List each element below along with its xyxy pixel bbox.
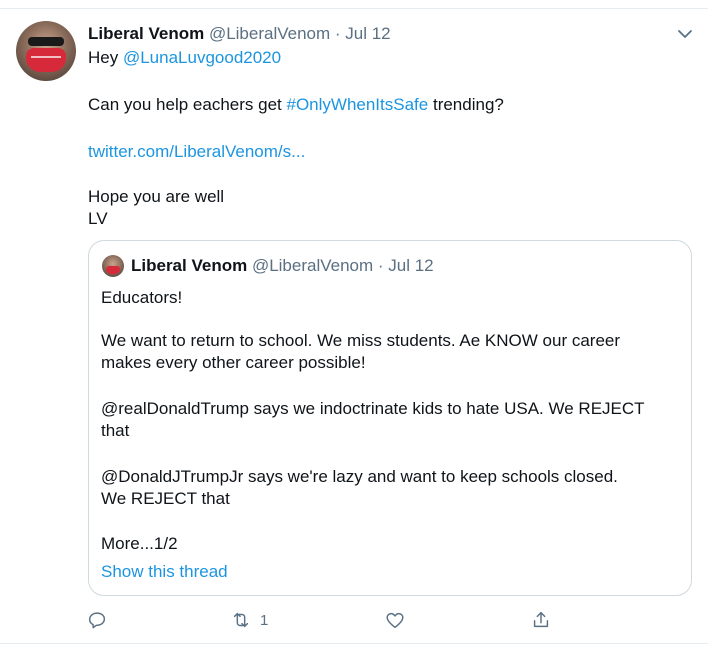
quoted-header: Liberal Venom @LiberalVenom · Jul 12: [131, 256, 434, 276]
hashtag-link[interactable]: #OnlyWhenItsSafe: [286, 95, 428, 114]
like-icon: [386, 612, 404, 629]
quoted-line: We want to return to school. We miss stu…: [101, 331, 621, 350]
author-avatar[interactable]: [16, 21, 76, 81]
quoted-line: that: [101, 421, 130, 440]
like-button[interactable]: [384, 608, 414, 632]
body-post: trending?: [432, 95, 504, 114]
tweet-header: Liberal Venom @LiberalVenom · Jul 12: [88, 24, 391, 44]
share-button[interactable]: [530, 608, 552, 632]
quoted-author-avatar: [102, 255, 124, 277]
chevron-down-icon[interactable]: [675, 24, 695, 44]
quoted-author-handle: @LiberalVenom: [251, 256, 374, 275]
reply-line: Hey @LunaLuvgood2020: [88, 47, 281, 69]
quoted-line: We REJECT that: [101, 489, 230, 508]
reply-prefix: Hey: [88, 48, 119, 67]
show-thread-link[interactable]: Show this thread: [101, 561, 228, 583]
quoted-tweet[interactable]: Liberal Venom @LiberalVenom · Jul 12 Edu…: [88, 240, 692, 596]
avatar-mask: [26, 48, 66, 72]
avatar-glasses: [28, 37, 64, 46]
tweet-date[interactable]: · Jul 12: [335, 24, 391, 43]
share-icon: [533, 611, 549, 628]
top-divider: [0, 8, 708, 9]
quoted-line: Educators!: [101, 288, 183, 307]
closing-line-1: Hope you are well: [88, 187, 225, 206]
quoted-line: @DonaldJTrumpJr says we're lazy and want…: [101, 467, 618, 486]
retweet-button[interactable]: 1: [230, 608, 268, 632]
short-link[interactable]: twitter.com/LiberalVenom/s...: [88, 141, 305, 163]
retweet-icon: [233, 612, 249, 628]
retweet-count: 1: [260, 611, 269, 629]
quoted-line: makes every other career possible!: [101, 353, 366, 372]
author-handle[interactable]: @LiberalVenom: [209, 24, 330, 43]
closing-line-2: LV: [88, 209, 108, 228]
reply-button[interactable]: [86, 608, 116, 632]
quoted-line: @realDonaldTrump says we indoctrinate ki…: [101, 399, 645, 418]
quoted-date: · Jul 12: [377, 256, 434, 275]
quoted-author-name: Liberal Venom: [131, 256, 248, 275]
reply-icon: [88, 612, 106, 629]
mention-link[interactable]: @LunaLuvgood2020: [123, 48, 281, 67]
quoted-line: More...1/2: [101, 534, 178, 553]
body-pre: Can you help eachers get: [88, 95, 282, 114]
tweet-body: Can you help eachers get #OnlyWhenItsSaf…: [88, 94, 504, 116]
author-name[interactable]: Liberal Venom: [88, 24, 204, 43]
bottom-divider: [0, 643, 708, 644]
